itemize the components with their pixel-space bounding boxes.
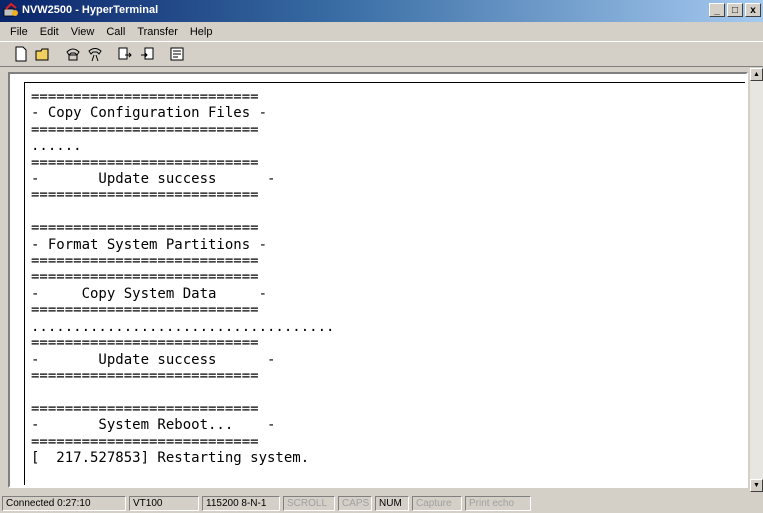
hyperterminal-icon	[3, 3, 18, 17]
scroll-down-arrow[interactable]: ▼	[750, 479, 763, 492]
status-scroll: SCROLL	[283, 496, 335, 511]
menu-file[interactable]: File	[4, 26, 34, 38]
menu-help[interactable]: Help	[184, 26, 219, 38]
terminal-output: =========================== - Copy Confi…	[31, 89, 335, 466]
maximize-button[interactable]: □	[727, 3, 743, 17]
status-connected: Connected 0:27:10	[2, 496, 126, 511]
status-emulation: VT100	[129, 496, 199, 511]
window-title: NVW2500 - HyperTerminal	[22, 4, 159, 16]
status-settings: 115200 8-N-1	[202, 496, 280, 511]
open-icon	[35, 48, 49, 61]
title-bar: NVW2500 - HyperTerminal _ □ x	[0, 0, 763, 22]
receive-icon	[141, 47, 154, 60]
scroll-up-arrow[interactable]: ▲	[750, 68, 763, 81]
menu-bar: File Edit View Call Transfer Help	[0, 22, 763, 41]
menu-view[interactable]: View	[65, 26, 101, 38]
open-button[interactable]	[32, 44, 54, 64]
properties-icon	[170, 47, 184, 61]
terminal-window[interactable]: =========================== - Copy Confi…	[8, 72, 748, 488]
menu-call[interactable]: Call	[100, 26, 131, 38]
vertical-scrollbar[interactable]: ▲ ▼	[750, 68, 763, 492]
close-button[interactable]: x	[745, 3, 761, 17]
status-print-echo: Print echo	[465, 496, 531, 511]
status-num: NUM	[375, 496, 409, 511]
send-button[interactable]	[114, 44, 136, 64]
terminal-screen[interactable]: =========================== - Copy Confi…	[24, 82, 745, 485]
window-controls: _ □ x	[709, 3, 761, 17]
disconnect-button[interactable]	[84, 44, 106, 64]
status-bar: Connected 0:27:10 VT100 115200 8-N-1 SCR…	[0, 494, 763, 513]
new-button[interactable]	[10, 44, 32, 64]
disconnect-icon	[88, 48, 102, 62]
toolbar	[0, 41, 763, 67]
properties-button[interactable]	[166, 44, 188, 64]
connect-button[interactable]	[62, 44, 84, 64]
menu-edit[interactable]: Edit	[34, 26, 65, 38]
menu-transfer[interactable]: Transfer	[131, 26, 184, 38]
receive-button[interactable]	[136, 44, 158, 64]
new-icon	[15, 46, 27, 62]
send-icon	[118, 47, 132, 60]
connect-icon	[66, 48, 80, 61]
status-capture: Capture	[412, 496, 462, 511]
minimize-button[interactable]: _	[709, 3, 725, 17]
status-caps: CAPS	[338, 496, 372, 511]
